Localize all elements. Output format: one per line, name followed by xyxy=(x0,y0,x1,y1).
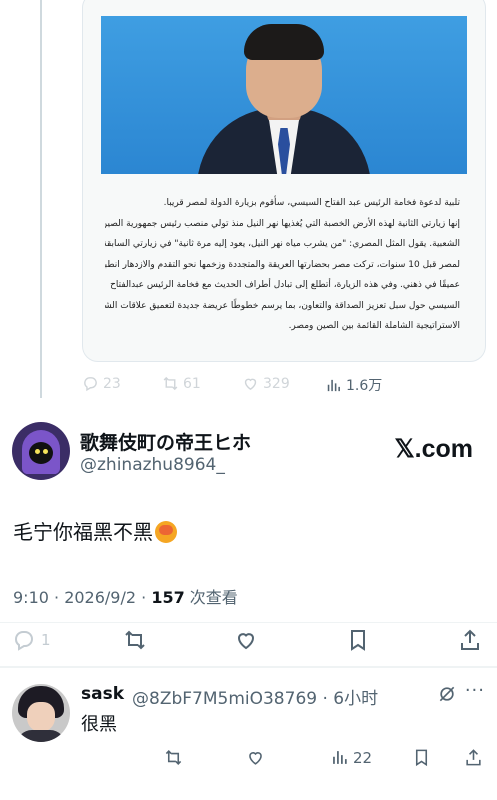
arabic-line: تلبية لدعوة فخامة الرئيس عبد الفتاح السي… xyxy=(163,198,460,208)
reply-icon xyxy=(84,377,97,392)
repost-icon xyxy=(125,630,145,650)
quoted-repost-count: 61 xyxy=(183,375,201,392)
arabic-line: إنها زيارتي الثانية لهذه الأرض الخصبة ال… xyxy=(105,218,460,229)
reply-bookmark-button[interactable] xyxy=(412,748,431,767)
arabic-statement: تلبية لدعوة فخامة الرئيس عبد الفتاح السي… xyxy=(105,193,460,337)
tweet-view-count: 157 xyxy=(151,588,185,607)
divider xyxy=(0,622,497,623)
quoted-views-count: 1.6万 xyxy=(346,378,383,394)
grok-icon[interactable] xyxy=(437,684,457,704)
bookmark-icon xyxy=(351,630,365,651)
tweet-actions-bar: 1 xyxy=(0,626,497,656)
tweet-meta: 9:10 · 2026/9/2 · 157 次查看 xyxy=(13,584,238,608)
share-icon xyxy=(466,749,481,766)
views-chart-icon xyxy=(333,751,347,764)
arabic-line: الشعبية. يقول المثل المصري: "من يشرب ميا… xyxy=(105,239,460,249)
arabic-line: لمصر قبل 10 سنوات، تركت مصر بحضارتها الع… xyxy=(105,259,460,270)
heart-icon xyxy=(244,378,257,391)
share-button[interactable] xyxy=(458,628,482,652)
reply-repost-button[interactable] xyxy=(164,748,183,767)
quoted-media-card[interactable]: تلبية لدعوة فخامة الرئيس عبد الفتاح السي… xyxy=(82,0,486,362)
quoted-like-button[interactable]: 329 xyxy=(242,375,290,392)
hot-face-emoji-icon xyxy=(155,521,177,543)
repost-button[interactable] xyxy=(123,628,147,652)
views-chart-icon xyxy=(327,379,340,391)
reply-text: 很黑 xyxy=(81,714,117,735)
quoted-reply-button[interactable]: 23 xyxy=(82,375,121,392)
bookmark-icon xyxy=(415,749,428,767)
repost-icon xyxy=(163,376,178,391)
repost-icon xyxy=(165,750,182,765)
reply-handle-time[interactable]: @8ZbF7M5miO38769 · 6小时 xyxy=(132,684,378,709)
quoted-repost-button[interactable]: 61 xyxy=(162,375,201,392)
thread-line xyxy=(40,0,42,398)
reply-avatar[interactable] xyxy=(12,684,70,742)
reply-views-button[interactable]: 22 xyxy=(330,748,372,767)
tweet-text: 毛宁你福黑不黑 xyxy=(13,516,177,545)
reply-display-name[interactable]: sask xyxy=(81,684,124,704)
tweet-author: 歌舞伎町の帝王ヒホ @zhinazhu8964_ 𝕏.com xyxy=(12,422,487,482)
tweet-view-label: 次查看 xyxy=(184,588,238,607)
divider xyxy=(0,666,497,668)
reply-views-count: 22 xyxy=(353,748,373,767)
x-brand-logo: 𝕏.com xyxy=(394,435,474,463)
share-icon xyxy=(461,629,479,650)
arabic-line: السيسي حول سبل تعزيز الصداقة والتعاون، ب… xyxy=(105,300,460,311)
portrait-photo[interactable] xyxy=(101,16,467,174)
reply-count: 1 xyxy=(41,631,51,649)
heart-icon xyxy=(249,752,262,765)
avatar-face-shape xyxy=(27,702,55,732)
reply-button[interactable]: 1 xyxy=(12,628,51,652)
quoted-actions-bar: 23 61 329 1.6万 xyxy=(82,375,484,395)
reply-like-button[interactable] xyxy=(246,748,265,767)
hair-shape xyxy=(244,24,324,60)
avatar-clothing-shape xyxy=(16,730,66,742)
avatar-eye-left xyxy=(35,449,40,454)
bookmark-button[interactable] xyxy=(346,628,370,652)
reply-share-button[interactable] xyxy=(464,748,483,767)
arabic-line: الاستراتيجية الشاملة القائمة بين الصين و… xyxy=(288,321,460,331)
arabic-line: عميقًا في ذهني. وفي هذه الزيارة، أتطلع إ… xyxy=(110,280,460,290)
quoted-like-count: 329 xyxy=(263,375,290,392)
author-display-name[interactable]: 歌舞伎町の帝王ヒホ xyxy=(80,428,251,455)
more-options-button[interactable]: ··· xyxy=(465,680,485,701)
reply-tweet[interactable]: sask @8ZbF7M5miO38769 · 6小时 ··· 很黑 22 xyxy=(12,680,487,792)
avatar-eye-right xyxy=(43,449,48,454)
reply-icon xyxy=(15,631,33,651)
heart-icon xyxy=(237,633,255,650)
quoted-views-button[interactable]: 1.6万 xyxy=(325,375,382,395)
author-avatar[interactable] xyxy=(12,422,70,480)
tweet-text-content: 毛宁你福黑不黑 xyxy=(13,520,153,544)
avatar-face-shape xyxy=(29,442,53,464)
like-button[interactable] xyxy=(234,628,258,652)
author-handle[interactable]: @zhinazhu8964_ xyxy=(80,455,225,475)
reply-actions-bar: 22 xyxy=(12,748,487,772)
quoted-reply-count: 23 xyxy=(103,375,121,392)
tweet-timestamp[interactable]: 9:10 · 2026/9/2 · xyxy=(13,588,151,607)
